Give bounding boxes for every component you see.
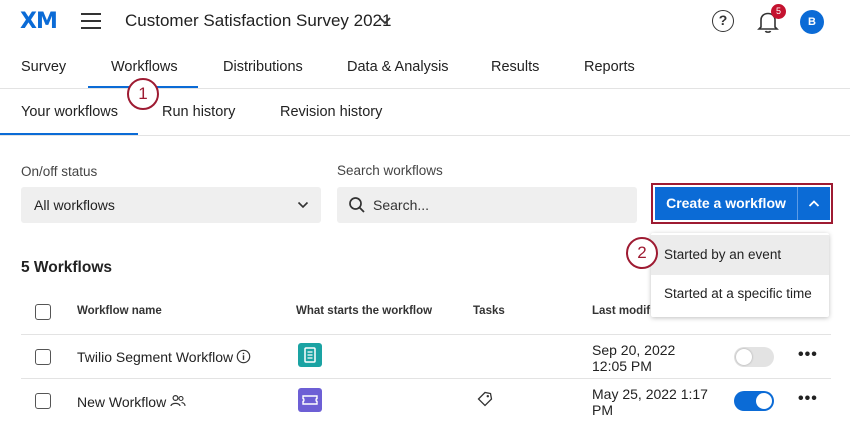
info-icon[interactable] — [236, 349, 251, 364]
callout-marker-2: 2 — [626, 237, 658, 269]
menu-icon[interactable] — [81, 13, 101, 29]
row-checkbox[interactable] — [35, 393, 51, 409]
chevron-down-icon — [297, 201, 309, 209]
workflow-toggle-on[interactable] — [734, 391, 774, 411]
row-divider — [21, 334, 831, 335]
subtab-your-workflows[interactable]: Your workflows — [21, 104, 118, 120]
status-filter-value: All workflows — [34, 197, 115, 213]
tab-data-analysis[interactable]: Data & Analysis — [347, 59, 449, 75]
search-field[interactable] — [337, 187, 637, 223]
status-filter-select[interactable]: All workflows — [21, 187, 321, 223]
search-input[interactable] — [373, 195, 623, 215]
create-workflow-button[interactable]: Create a workflow — [655, 187, 797, 220]
menu-item-started-at-time[interactable]: Started at a specific time — [651, 274, 829, 314]
workflow-name[interactable]: Twilio Segment Workflow — [77, 349, 233, 365]
project-title[interactable]: Customer Satisfaction Survey 2021 — [125, 11, 391, 31]
more-options-icon[interactable]: ••• — [798, 390, 818, 408]
tab-survey[interactable]: Survey — [21, 59, 66, 75]
status-filter-label: On/off status — [21, 164, 98, 179]
callout-marker-1: 1 — [127, 78, 159, 110]
more-options-icon[interactable]: ••• — [798, 346, 818, 364]
chevron-up-icon — [808, 200, 820, 207]
column-header-tasks[interactable]: Tasks — [473, 305, 505, 317]
xm-logo[interactable]: XM — [20, 9, 58, 34]
select-all-checkbox[interactable] — [35, 304, 51, 320]
workflow-toggle-off[interactable] — [734, 347, 774, 367]
top-header: XM Customer Satisfaction Survey 2021 ? 5… — [0, 0, 850, 44]
main-tabs: Survey Workflows Distributions Data & An… — [0, 46, 850, 89]
tab-results[interactable]: Results — [491, 59, 539, 75]
active-subtab-indicator — [0, 133, 138, 135]
subtab-revision-history[interactable]: Revision history — [280, 104, 382, 120]
avatar[interactable]: B — [800, 10, 824, 34]
notification-badge: 5 — [771, 4, 786, 19]
create-workflow-dropdown-toggle[interactable] — [797, 187, 830, 220]
chevron-down-icon[interactable] — [378, 14, 392, 28]
ticket-trigger-icon — [298, 388, 322, 412]
search-label: Search workflows — [337, 163, 443, 178]
column-header-name[interactable]: Workflow name — [77, 305, 162, 317]
tab-workflows[interactable]: Workflows — [111, 59, 178, 75]
create-workflow-menu: Started by an event Started at a specifi… — [651, 233, 829, 317]
row-divider — [21, 378, 831, 379]
shared-users-icon — [170, 394, 186, 407]
survey-response-trigger-icon — [298, 343, 322, 367]
tab-distributions[interactable]: Distributions — [223, 59, 303, 75]
row-checkbox[interactable] — [35, 349, 51, 365]
search-icon — [349, 197, 365, 213]
last-modified-date: Sep 20, 2022 12:05 PM — [592, 342, 676, 374]
last-modified-date: May 25, 2022 1:17 PM — [592, 386, 708, 418]
tab-reports[interactable]: Reports — [584, 59, 635, 75]
help-icon[interactable]: ? — [712, 10, 734, 32]
workflow-name[interactable]: New Workflow — [77, 394, 166, 410]
tag-icon — [477, 391, 493, 407]
column-header-trigger[interactable]: What starts the workflow — [296, 305, 432, 317]
workflow-count: 5 Workflows — [21, 259, 113, 276]
column-header-last-modified[interactable]: Last modif — [592, 305, 650, 317]
menu-item-started-by-event[interactable]: Started by an event — [651, 235, 829, 275]
subtab-run-history[interactable]: Run history — [162, 104, 235, 120]
